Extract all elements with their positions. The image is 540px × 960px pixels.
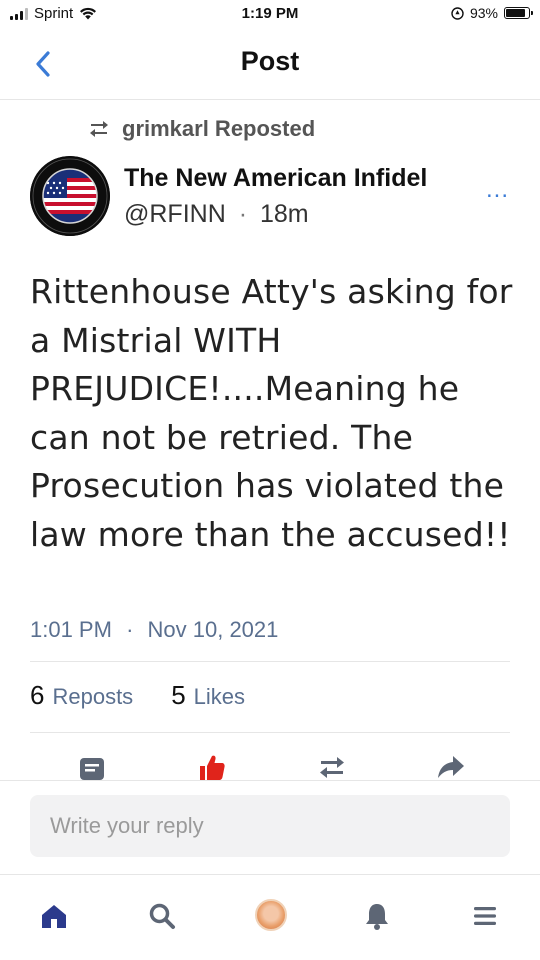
comment-icon[interactable]: [77, 752, 107, 780]
repost-indicator[interactable]: grimkarl Reposted: [88, 116, 315, 142]
search-icon[interactable]: [147, 901, 177, 931]
menu-icon[interactable]: [470, 901, 500, 931]
bell-icon[interactable]: [362, 901, 392, 931]
page-title: Post: [240, 46, 300, 76]
divider: [30, 661, 510, 662]
reply-input[interactable]: [30, 795, 510, 857]
author-avatar[interactable]: [30, 156, 110, 236]
author-handle-line: @RFINN · 18m: [124, 200, 309, 229]
likes-link[interactable]: Likes: [194, 684, 245, 710]
reposts-link[interactable]: Reposts: [52, 684, 133, 710]
repost-icon: [90, 121, 108, 137]
battery-icon: [504, 7, 533, 19]
nav-bar: Post: [0, 28, 540, 100]
handle-separator: ·: [238, 200, 248, 228]
profile-avatar-tab[interactable]: [255, 899, 287, 931]
status-right: 93%: [451, 5, 533, 21]
post-text: Rittenhouse Atty's asking for a Mistrial…: [30, 272, 513, 554]
flag-emblem-logo: [30, 156, 110, 236]
author-handle[interactable]: @RFINN: [124, 200, 226, 228]
post-timestamp: 1:01 PM · Nov 10, 2021: [30, 617, 278, 643]
battery-fill: [506, 9, 525, 17]
reposts-count: 6: [30, 680, 45, 710]
likes-count: 5: [171, 680, 186, 710]
post-date: Nov 10, 2021: [147, 617, 279, 642]
post-time: 1:01 PM: [30, 617, 112, 642]
post-stats: 6 Reposts 5 Likes: [30, 680, 283, 711]
timestamp-separator: ·: [126, 617, 134, 642]
thumbs-up-icon[interactable]: [197, 752, 227, 780]
tab-bar: [0, 874, 540, 960]
more-options-button[interactable]: ...: [486, 176, 509, 204]
repost-text: grimkarl Reposted: [122, 116, 316, 141]
share-arrow-icon[interactable]: [436, 752, 466, 780]
post-age: 18m: [260, 200, 309, 228]
repost-icon[interactable]: [317, 752, 347, 780]
action-bar: [0, 752, 540, 782]
home-icon[interactable]: [39, 901, 69, 931]
author-name[interactable]: The New American Infidel: [124, 164, 427, 193]
location-lock-icon: [451, 6, 464, 20]
status-bar: Sprint 1:19 PM 93%: [0, 0, 540, 28]
battery-percent: 93%: [469, 5, 498, 21]
reply-area: [0, 780, 540, 874]
divider: [30, 732, 510, 733]
